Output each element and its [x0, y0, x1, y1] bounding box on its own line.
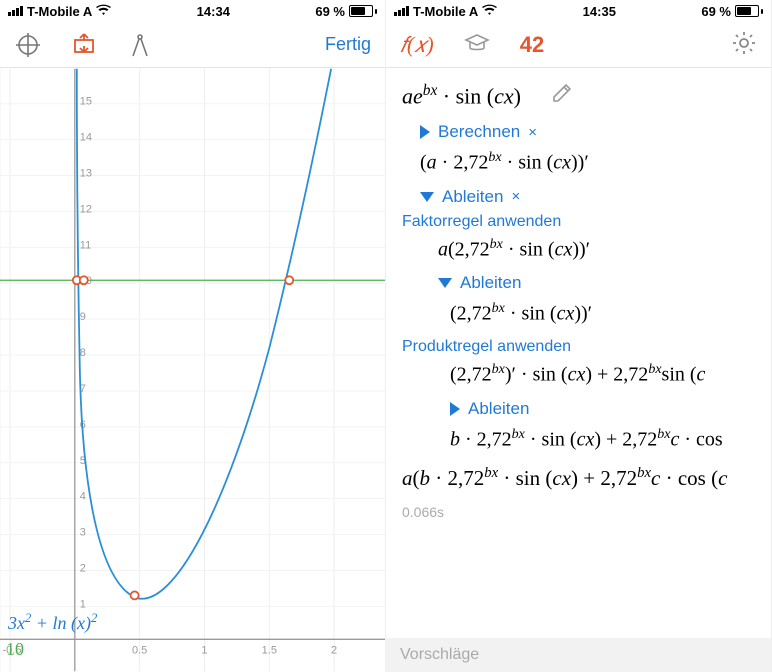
carrier-label: T-Mobile A [27, 4, 92, 19]
step-compute[interactable]: Berechnen × [420, 122, 761, 142]
cas-screen: T-Mobile A 14:35 69 % 𝑓(𝑥) 42 aebx · sin… [386, 0, 772, 672]
product-rule-expression: (2,72bx)′ · sin (cx) + 2,72bxsin (c [450, 360, 761, 389]
tab-fx[interactable]: 𝑓(𝑥) [400, 32, 434, 58]
derive-2-expression: (2,72bx · sin (cx))′ [450, 299, 761, 328]
step-derive-3-label: Ableiten [468, 399, 529, 419]
function-expression[interactable]: 3x2 + ln (x)2 [8, 611, 97, 634]
expand-right-icon [420, 125, 430, 139]
status-bar: T-Mobile A 14:35 69 % [386, 0, 771, 22]
carrier-label: T-Mobile A [413, 4, 478, 19]
svg-text:0.5: 0.5 [132, 644, 147, 656]
tab-learn-icon[interactable] [464, 33, 490, 56]
tab-numeric[interactable]: 42 [520, 32, 544, 58]
done-button[interactable]: Fertig [325, 34, 371, 55]
close-icon[interactable]: × [528, 124, 537, 141]
battery-icon [735, 5, 763, 17]
expand-down-icon [438, 278, 452, 288]
factor-rule-label[interactable]: Faktorregel anwenden [402, 213, 761, 231]
derive-3-expression: b · 2,72bx · sin (cx) + 2,72bxc · cos [450, 425, 761, 454]
signal-icon [394, 6, 409, 16]
graph-screen: T-Mobile A 14:34 69 % Fertig [0, 0, 386, 672]
clock-label: 14:35 [583, 4, 616, 19]
graph-toolbar: Fertig [0, 22, 385, 68]
product-rule-label[interactable]: Produktregel anwenden [402, 338, 761, 356]
step-derive-2[interactable]: Ableiten [438, 273, 761, 293]
step-derive-label: Ableiten [442, 187, 503, 207]
step-derive-3[interactable]: Ableiten [450, 399, 761, 419]
wifi-icon [482, 4, 497, 19]
battery-percent: 69 % [701, 4, 731, 19]
step-compute-label: Berechnen [438, 122, 520, 142]
svg-text:4: 4 [80, 491, 86, 503]
slider-value[interactable]: 10 [6, 639, 24, 660]
expand-right-icon [450, 402, 460, 416]
settings-button[interactable] [731, 30, 757, 59]
cas-toolbar: 𝑓(𝑥) 42 [386, 22, 771, 68]
clock-label: 14:34 [197, 4, 230, 19]
svg-text:9: 9 [80, 311, 86, 323]
step-derive-2-label: Ableiten [460, 273, 521, 293]
compass-icon[interactable] [126, 31, 154, 59]
factor-rule-expression: a(2,72bx · sin (cx))′ [438, 235, 761, 264]
svg-text:2: 2 [80, 562, 86, 574]
final-expression: a(b · 2,72bx · sin (cx) + 2,72bxc · cos … [402, 463, 761, 493]
move-axes-icon[interactable] [70, 31, 98, 59]
wifi-icon [96, 4, 111, 19]
svg-text:1: 1 [80, 598, 86, 610]
compute-expression: (a · 2,72bx · sin (cx))′ [420, 148, 761, 177]
cas-body: aebx · sin (cx) Berechnen × (a · 2,72bx … [386, 68, 771, 638]
svg-text:3: 3 [80, 527, 86, 539]
timing-label: 0.066s [402, 504, 761, 520]
svg-text:2: 2 [331, 644, 337, 656]
edit-icon[interactable] [551, 82, 573, 110]
svg-text:1: 1 [201, 644, 207, 656]
svg-text:8: 8 [80, 347, 86, 359]
battery-icon [349, 5, 377, 17]
battery-percent: 69 % [315, 4, 345, 19]
svg-text:13: 13 [80, 168, 92, 180]
svg-text:14: 14 [80, 132, 92, 144]
graph-canvas[interactable]: 123 456 789 101112 131415 -0.50.511.52 3… [0, 68, 385, 672]
target-icon[interactable] [14, 31, 42, 59]
suggestions-bar[interactable]: Vorschläge [386, 638, 771, 672]
close-icon[interactable]: × [511, 188, 520, 205]
svg-text:11: 11 [80, 239, 91, 251]
step-derive[interactable]: Ableiten × [420, 187, 761, 207]
svg-text:1.5: 1.5 [262, 644, 277, 656]
input-expression[interactable]: aebx · sin (cx) [402, 82, 521, 109]
expand-down-icon [420, 192, 434, 202]
svg-text:15: 15 [80, 96, 92, 108]
svg-text:12: 12 [80, 203, 92, 215]
signal-icon [8, 6, 23, 16]
status-bar: T-Mobile A 14:34 69 % [0, 0, 385, 22]
